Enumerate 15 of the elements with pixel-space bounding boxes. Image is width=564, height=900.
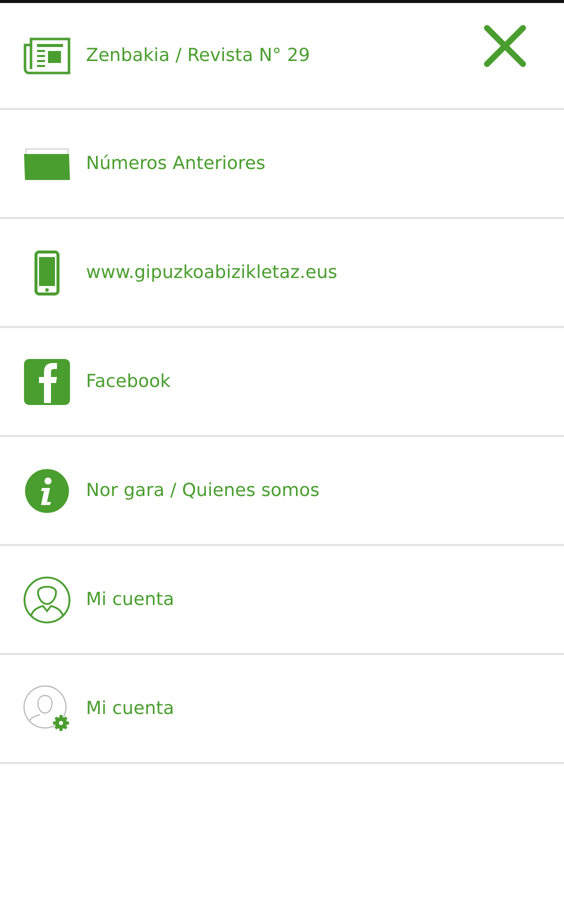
user-settings-icon bbox=[23, 684, 71, 732]
folder-icon bbox=[23, 146, 71, 182]
close-icon bbox=[483, 24, 527, 68]
menu-item[interactable]: Mi cuenta bbox=[86, 698, 174, 719]
menu-item[interactable]: Mi cuenta bbox=[86, 589, 174, 610]
menu-item[interactable]: www.gipuzkoabizikletaz.eus bbox=[86, 262, 338, 283]
user-icon bbox=[23, 576, 71, 624]
phone-icon bbox=[34, 250, 60, 296]
facebook-icon bbox=[24, 358, 70, 404]
menu-item[interactable]: Nor gara / Quienes somos bbox=[86, 480, 320, 501]
menu-item[interactable]: Zenbakia / Revista N° 29 bbox=[86, 45, 310, 66]
menu-item[interactable]: Facebook bbox=[86, 371, 171, 392]
newspaper-icon bbox=[23, 36, 71, 76]
info-icon bbox=[25, 468, 69, 512]
menu-item[interactable]: Números Anteriores bbox=[86, 153, 266, 174]
